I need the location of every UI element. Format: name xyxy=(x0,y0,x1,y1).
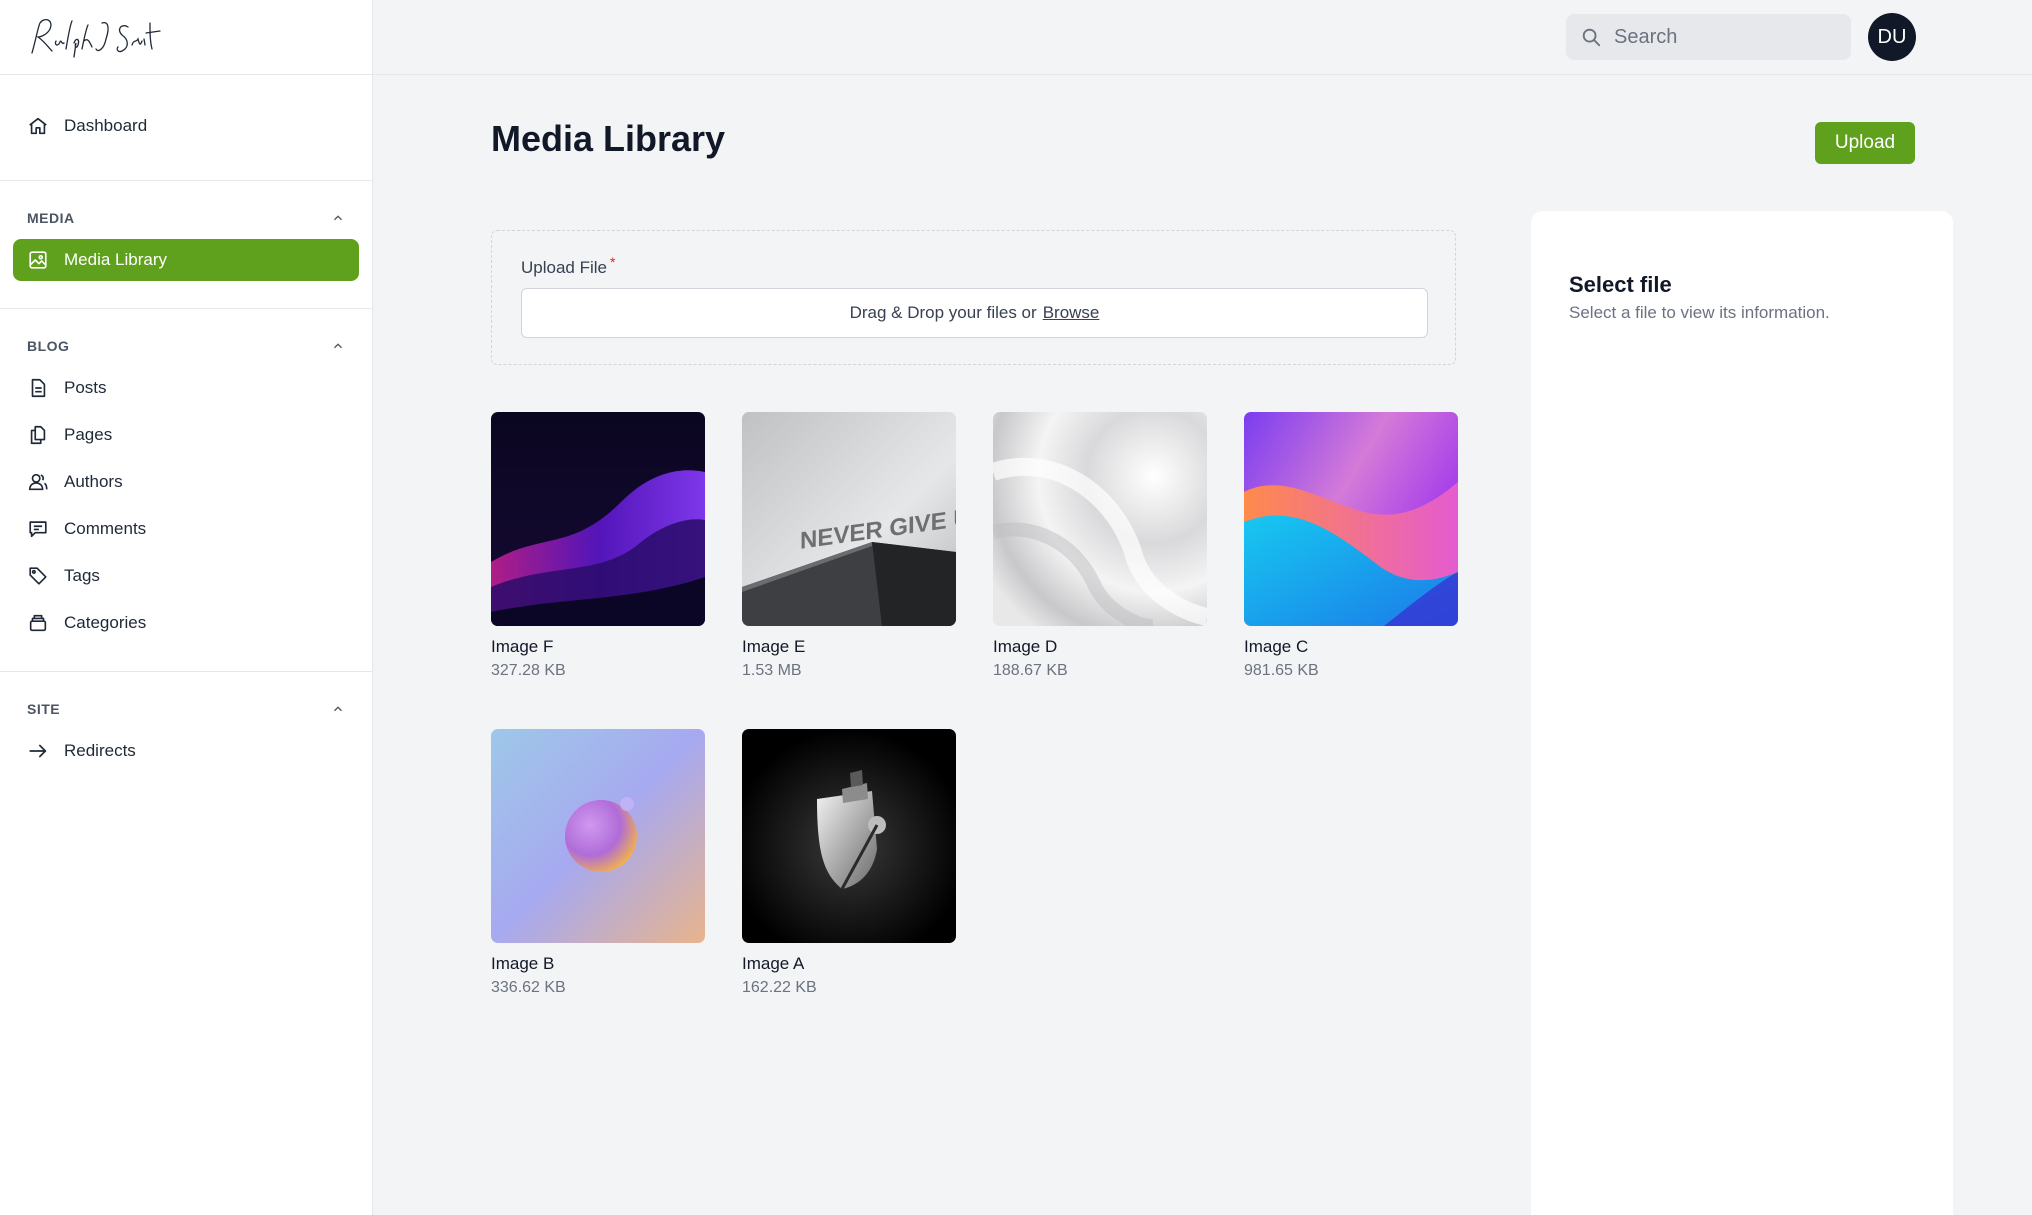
sidebar-item-label: Dashboard xyxy=(64,116,148,135)
avatar[interactable]: DU xyxy=(1868,13,1916,61)
nav-section-blog: BLOG Posts Pages Authors Comments Tags C… xyxy=(0,309,372,672)
media-card-image-c[interactable]: Image C 981.65 KB xyxy=(1244,412,1458,680)
sidebar: Dashboard MEDIA Media Library BLOG Posts xyxy=(0,0,373,1215)
sidebar-item-media-library[interactable]: Media Library xyxy=(13,239,359,281)
search-input[interactable] xyxy=(1614,25,1834,49)
search-box[interactable] xyxy=(1566,14,1851,60)
section-toggle-media[interactable]: MEDIA xyxy=(13,209,359,227)
file-name: Image E xyxy=(742,637,806,656)
chevron-up-icon xyxy=(334,343,342,349)
media-card-image-f[interactable]: Image F 327.28 KB xyxy=(491,412,705,680)
thumbnail[interactable] xyxy=(1244,412,1458,626)
search-icon xyxy=(1582,28,1601,47)
thumbnail[interactable] xyxy=(491,412,705,626)
sidebar-item-label: Comments xyxy=(64,519,147,538)
drop-prompt: Drag & Drop your files or xyxy=(849,303,1037,322)
shield-sculpture-thumbnail xyxy=(742,729,956,943)
tag-icon xyxy=(27,565,49,587)
upload-file-label-text: Upload File xyxy=(521,258,607,277)
file-name: Image F xyxy=(491,637,554,656)
sidebar-item-categories[interactable]: Categories xyxy=(13,602,359,644)
file-size: 981.65 KB xyxy=(1244,662,1319,679)
sidebar-item-comments[interactable]: Comments xyxy=(13,508,359,550)
file-name: Image D xyxy=(993,637,1058,656)
sidebar-item-redirects[interactable]: Redirects xyxy=(13,730,359,772)
wave-purple-thumbnail xyxy=(491,412,705,626)
upload-dropzone: Upload File * Drag & Drop your files or B… xyxy=(491,230,1456,365)
nav-section-media: MEDIA Media Library xyxy=(0,181,372,309)
section-title: MEDIA xyxy=(27,210,75,226)
panel-subtitle: Select a file to view its information. xyxy=(1569,303,1830,322)
file-size: 327.28 KB xyxy=(491,662,566,679)
stack-icon xyxy=(27,612,49,634)
holographic-sphere-thumbnail xyxy=(491,729,705,943)
file-size: 162.22 KB xyxy=(742,979,817,996)
chevron-up-icon xyxy=(334,706,342,712)
file-info-panel: Select file Select a file to view its in… xyxy=(1531,211,1953,1215)
sidebar-item-label: Posts xyxy=(64,378,107,397)
sidebar-item-label: Media Library xyxy=(64,250,167,269)
browse-link[interactable]: Browse xyxy=(1043,303,1100,323)
file-name: Image B xyxy=(491,954,555,973)
arrow-right-icon xyxy=(27,740,49,762)
comment-icon xyxy=(27,518,49,540)
file-name: Image A xyxy=(742,954,805,973)
sidebar-item-label: Redirects xyxy=(64,741,136,760)
image-icon xyxy=(27,249,49,271)
sidebar-item-posts[interactable]: Posts xyxy=(13,367,359,409)
media-card-image-d[interactable]: Image D 188.67 KB xyxy=(993,412,1207,680)
thumbnail[interactable]: NEVER GIVE UP xyxy=(742,412,956,626)
media-card-image-b[interactable]: Image B 336.62 KB xyxy=(491,729,705,997)
documents-icon xyxy=(27,424,49,446)
file-size: 188.67 KB xyxy=(993,662,1068,679)
sidebar-item-label: Authors xyxy=(64,472,123,491)
logo-area xyxy=(0,0,372,75)
document-icon xyxy=(27,377,49,399)
section-title: BLOG xyxy=(27,338,70,354)
sidebar-item-pages[interactable]: Pages xyxy=(13,414,359,456)
thumbnail[interactable] xyxy=(993,412,1207,626)
section-title: SITE xyxy=(27,701,61,717)
topbar: DU xyxy=(373,0,2032,75)
home-icon xyxy=(27,115,49,137)
panel-title: Select file xyxy=(1569,272,1672,297)
silver-swirl-thumbnail xyxy=(993,412,1207,626)
section-toggle-site[interactable]: SITE xyxy=(13,700,359,718)
nav-section-site: SITE Redirects xyxy=(0,672,372,799)
upload-file-label: Upload File * xyxy=(521,254,615,278)
never-give-up-thumbnail: NEVER GIVE UP xyxy=(742,412,956,626)
upload-button[interactable]: Upload xyxy=(1815,122,1915,164)
section-toggle-blog[interactable]: BLOG xyxy=(13,337,359,355)
sidebar-item-label: Categories xyxy=(64,613,147,632)
file-size: 336.62 KB xyxy=(491,979,566,996)
required-mark: * xyxy=(610,254,616,270)
file-name: Image C xyxy=(1244,637,1309,656)
sidebar-item-dashboard[interactable]: Dashboard xyxy=(13,105,359,147)
media-card-image-a[interactable]: Image A 162.22 KB xyxy=(742,729,956,997)
media-card-image-e[interactable]: NEVER GIVE UP Image E 1.53 MB xyxy=(742,412,956,680)
nav-top: Dashboard xyxy=(0,75,372,181)
chevron-up-icon xyxy=(334,215,342,221)
sidebar-item-authors[interactable]: Authors xyxy=(13,461,359,503)
users-icon xyxy=(27,471,49,493)
sidebar-item-tags[interactable]: Tags xyxy=(13,555,359,597)
page-title: Media Library xyxy=(491,118,726,159)
signature-logo[interactable] xyxy=(26,9,166,65)
file-size: 1.53 MB xyxy=(742,662,802,679)
colorful-wave-thumbnail xyxy=(1244,412,1458,626)
thumbnail[interactable] xyxy=(742,729,956,943)
sidebar-item-label: Pages xyxy=(64,425,113,444)
file-drop-area[interactable]: Drag & Drop your files or Browse xyxy=(521,288,1428,338)
thumbnail[interactable] xyxy=(491,729,705,943)
sidebar-item-label: Tags xyxy=(64,566,100,585)
